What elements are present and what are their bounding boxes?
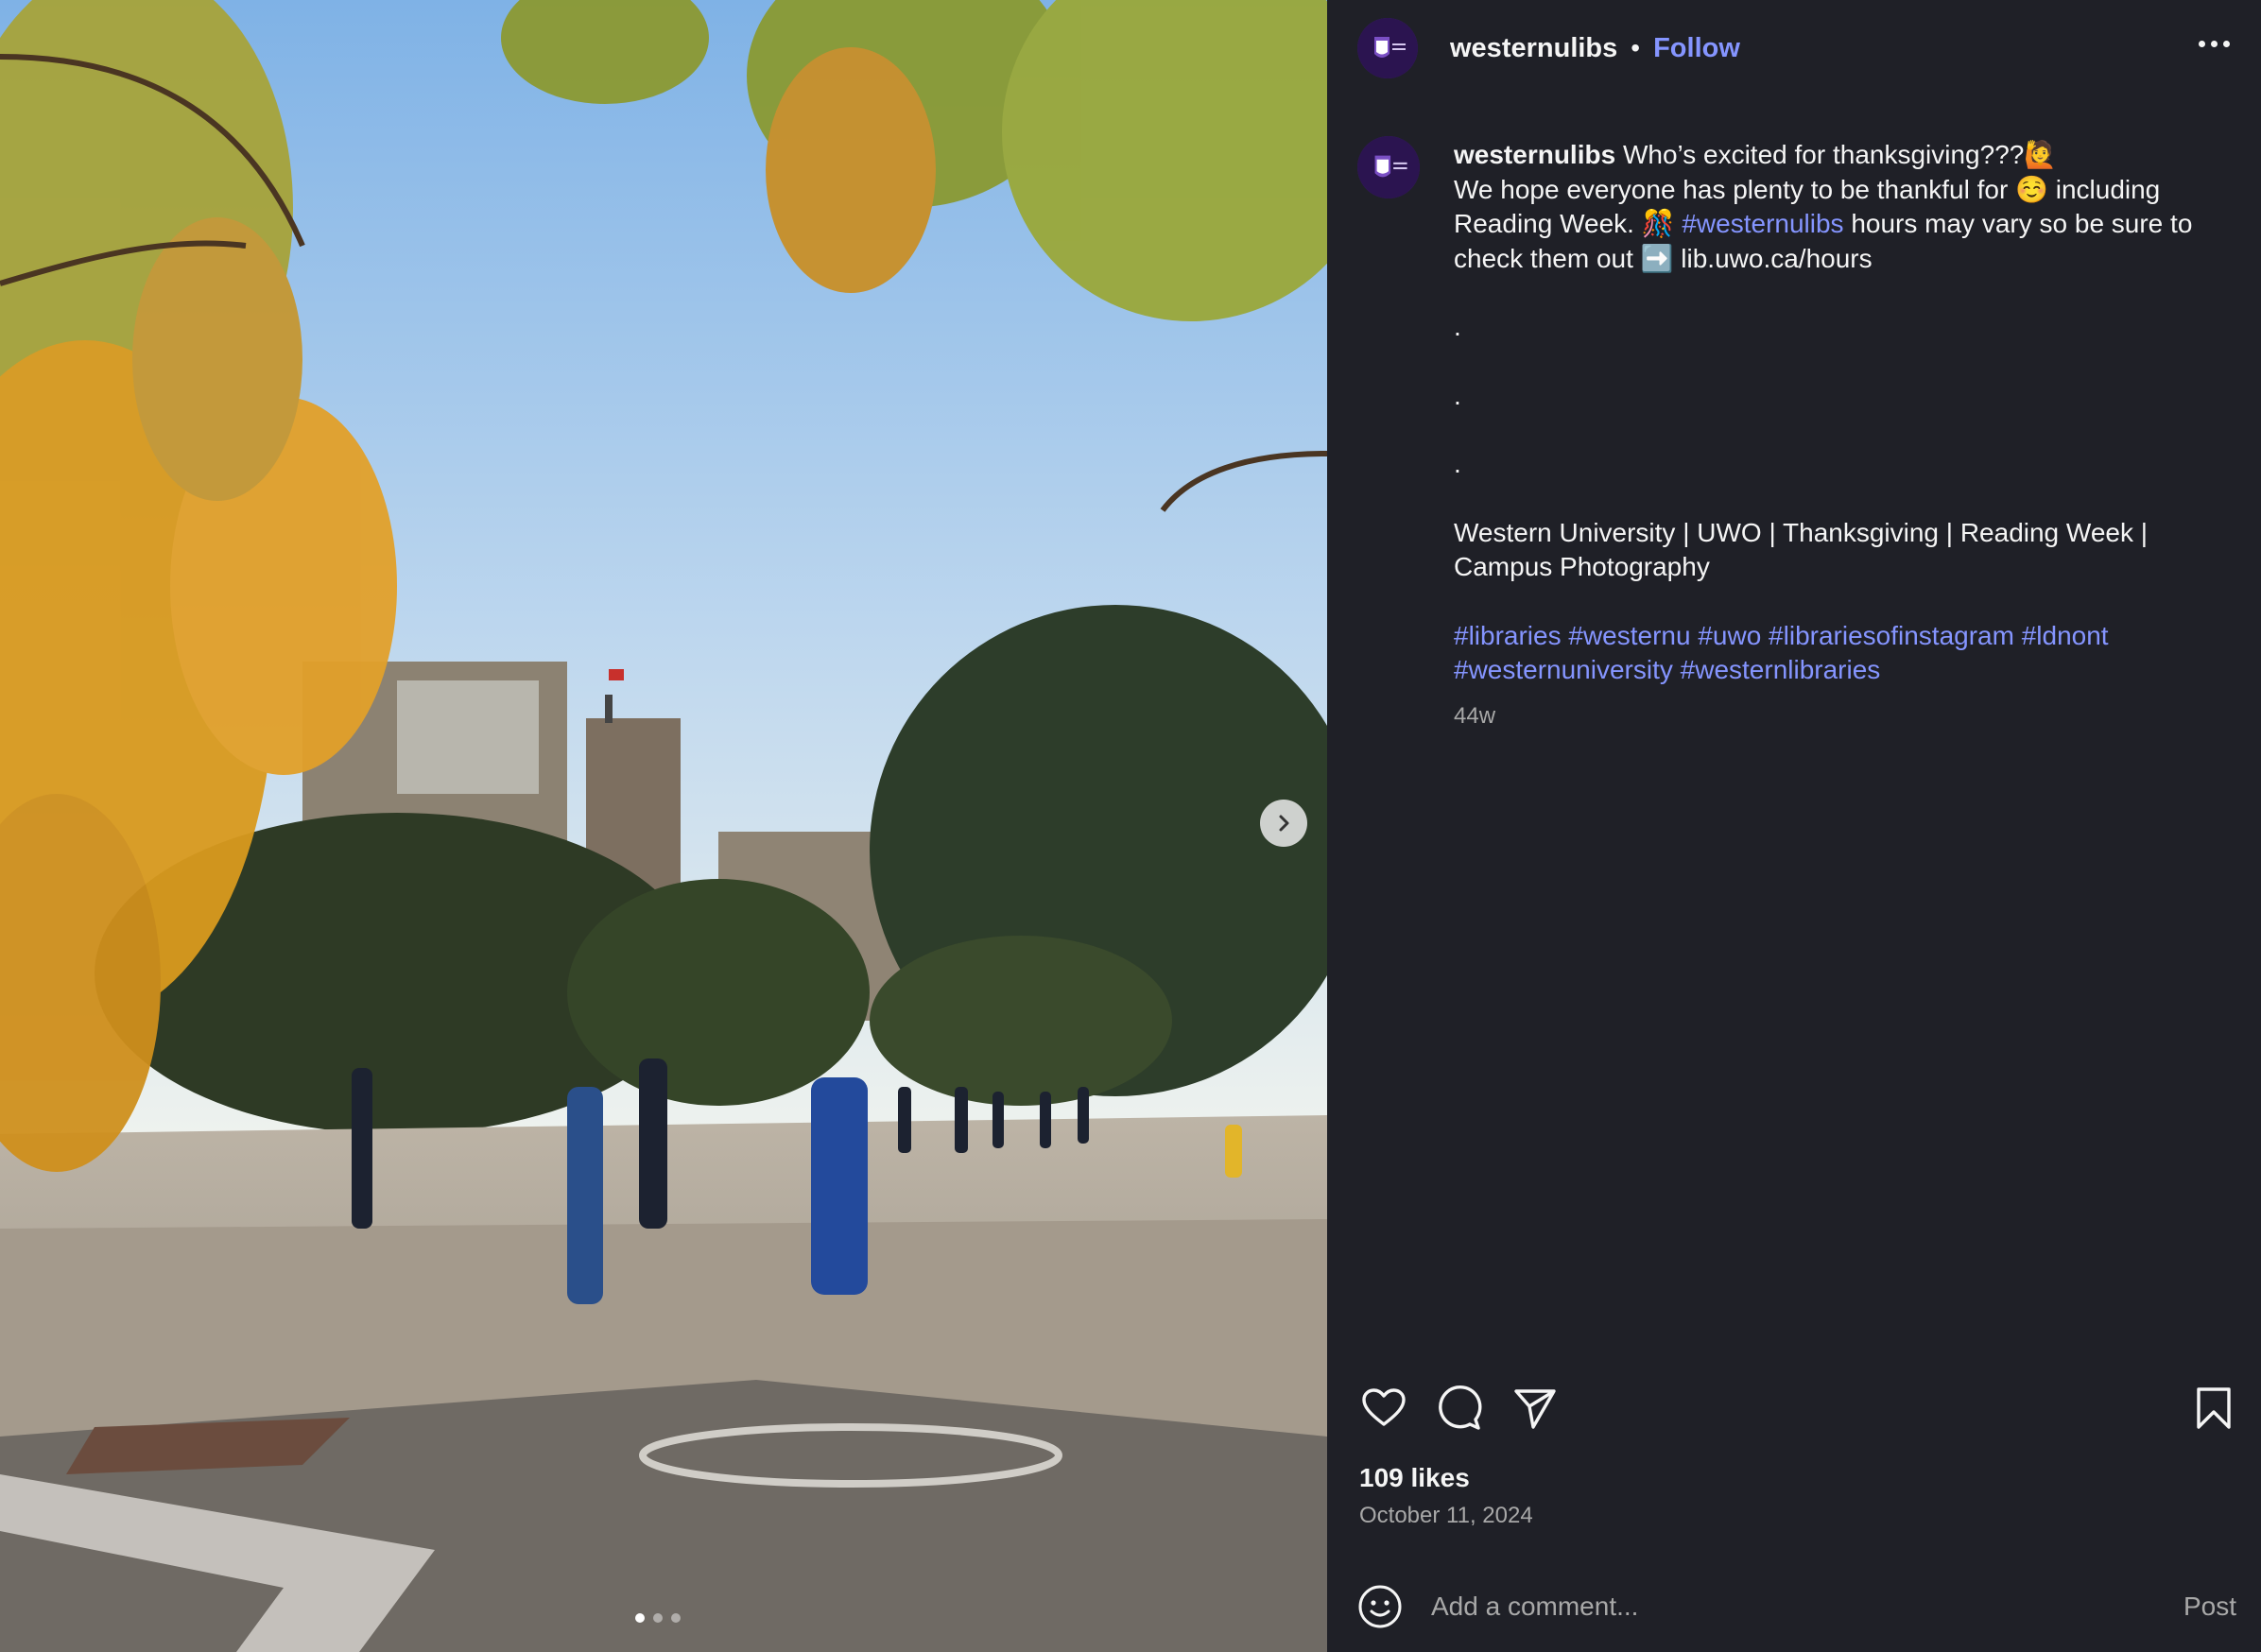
caption-body: We hope everyone has plenty to be thankf… xyxy=(1454,173,2229,277)
carousel-indicator xyxy=(635,1613,681,1623)
separator-dot: • xyxy=(1631,33,1641,62)
instagram-post-view: westernulibs • Follow westernulibs Who’s… xyxy=(0,0,2261,1652)
more-options-button[interactable] xyxy=(2193,23,2235,64)
more-dot xyxy=(2222,40,2230,47)
caption-hashtags[interactable]: #libraries #westernu #uwo #librariesofin… xyxy=(1454,619,2229,688)
caption-dot: . xyxy=(1454,312,1461,341)
bookmark-icon[interactable] xyxy=(2189,1384,2238,1433)
likes-count[interactable]: 109 likes xyxy=(1359,1463,1470,1493)
caption-dot: . xyxy=(1454,449,1461,478)
hashtag-link[interactable]: #westernulibs xyxy=(1682,209,1843,238)
follow-button[interactable]: Follow xyxy=(1653,33,1740,64)
post-author-username[interactable]: westernulibs xyxy=(1450,33,1617,64)
post-header: westernulibs • Follow xyxy=(1357,17,2261,79)
caption-username[interactable]: westernulibs xyxy=(1454,140,1615,169)
next-slide-button[interactable] xyxy=(1260,800,1307,847)
more-horizontal-icon xyxy=(2198,40,2205,47)
carousel-dot xyxy=(653,1613,663,1623)
post-time-ago[interactable]: 44w xyxy=(1454,699,2229,734)
carousel-dot xyxy=(671,1613,681,1623)
caption-keywords: Western University | UWO | Thanksgiving … xyxy=(1454,517,2149,582)
action-bar xyxy=(1359,1384,2238,1435)
post-side-panel: westernulibs • Follow westernulibs Who’s… xyxy=(1327,0,2261,1652)
caption-avatar[interactable] xyxy=(1357,136,1420,198)
comment-icon[interactable] xyxy=(1435,1384,1484,1433)
post-comment-button[interactable]: Post xyxy=(2183,1592,2236,1622)
comment-bar: Post xyxy=(1357,1580,2236,1633)
post-caption: westernulibs Who’s excited for thanksgiv… xyxy=(1454,138,2229,733)
post-date: October 11, 2024 xyxy=(1359,1503,1533,1528)
caption-dot: . xyxy=(1454,380,1461,410)
more-dot xyxy=(2210,40,2218,47)
caption-first-line: westernulibs Who’s excited for thanksgiv… xyxy=(1454,138,2229,173)
post-photo[interactable] xyxy=(0,0,1327,1652)
heart-icon[interactable] xyxy=(1359,1384,1408,1433)
caption-text: Who’s excited for thanksgiving???🙋 xyxy=(1615,140,2058,169)
share-icon[interactable] xyxy=(1510,1384,1560,1433)
comment-input[interactable] xyxy=(1429,1591,2183,1623)
emoji-icon[interactable] xyxy=(1357,1584,1403,1629)
campus-photo-image xyxy=(0,0,1327,1652)
western-libraries-logo xyxy=(1357,136,1420,198)
chevron-right-icon xyxy=(1279,815,1289,832)
carousel-dot xyxy=(635,1613,645,1623)
western-libraries-logo xyxy=(1357,18,1418,78)
avatar[interactable] xyxy=(1357,18,1418,78)
